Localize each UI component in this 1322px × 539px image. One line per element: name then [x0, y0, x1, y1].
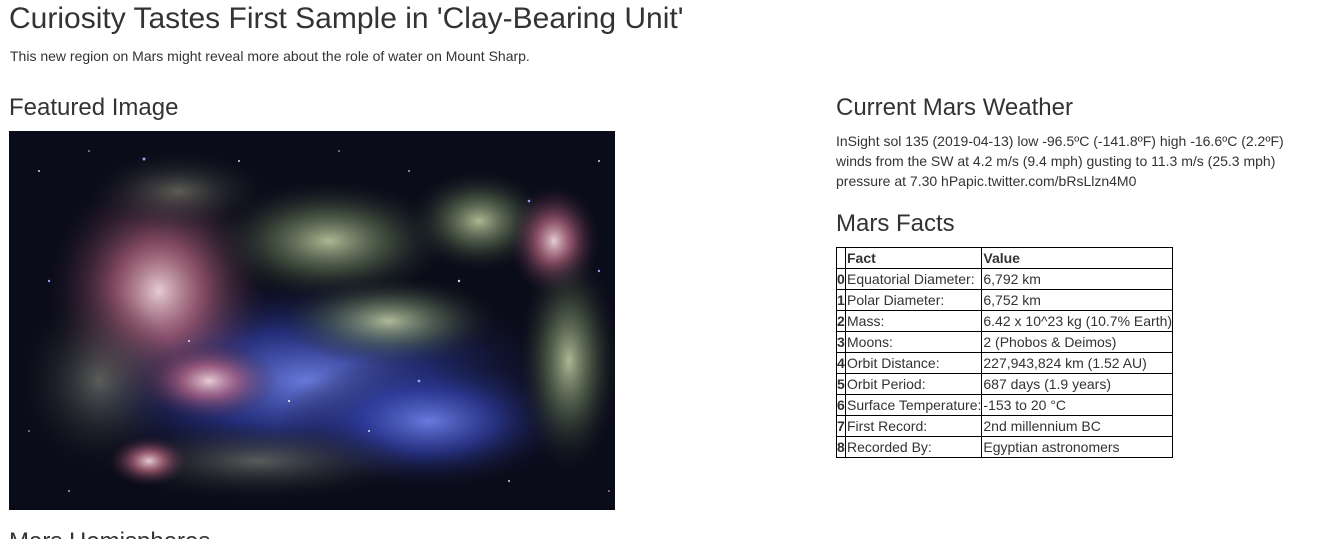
featured-image[interactable] [9, 131, 615, 510]
table-row: 0 Equatorial Diameter: 6,792 km [836, 268, 1174, 290]
row-index: 2 [836, 310, 846, 332]
galaxy-image-icon [9, 131, 615, 510]
news-title: Curiosity Tastes First Sample in 'Clay-B… [9, 2, 684, 35]
row-index: 5 [836, 373, 846, 395]
fact-column-header: Fact [844, 247, 983, 269]
fact-cell: Polar Diameter: [844, 289, 983, 311]
value-cell: 227,943,824 km (1.52 AU) [981, 352, 1174, 374]
mars-page: Curiosity Tastes First Sample in 'Clay-B… [0, 0, 1322, 539]
fact-cell: Equatorial Diameter: [844, 268, 983, 290]
row-index: 4 [836, 352, 846, 374]
index-column-header [836, 247, 846, 269]
table-header-row: Fact Value [836, 247, 1174, 269]
fact-cell: Orbit Distance: [844, 352, 983, 374]
table-row: 6 Surface Temperature: -153 to 20 °C [836, 394, 1174, 416]
facts-heading: Mars Facts [836, 210, 955, 237]
fact-cell: Orbit Period: [844, 373, 983, 395]
fact-cell: Surface Temperature: [844, 394, 983, 416]
row-index: 0 [836, 268, 846, 290]
value-cell: 2nd millennium BC [981, 415, 1174, 437]
facts-table: Fact Value 0 Equatorial Diameter: 6,792 … [836, 247, 1174, 458]
table-row: 8 Recorded By: Egyptian astronomers [836, 436, 1174, 458]
table-row: 5 Orbit Period: 687 days (1.9 years) [836, 373, 1174, 395]
table-row: 1 Polar Diameter: 6,752 km [836, 289, 1174, 311]
table-row: 7 First Record: 2nd millennium BC [836, 415, 1174, 437]
value-cell: -153 to 20 °C [981, 394, 1174, 416]
value-column-header: Value [981, 247, 1174, 269]
row-index: 8 [836, 436, 846, 458]
row-index: 1 [836, 289, 846, 311]
value-cell: Egyptian astronomers [981, 436, 1174, 458]
table-row: 4 Orbit Distance: 227,943,824 km (1.52 A… [836, 352, 1174, 374]
row-index: 6 [836, 394, 846, 416]
fact-cell: Moons: [844, 331, 983, 353]
value-cell: 6.42 x 10^23 kg (10.7% Earth) [981, 310, 1174, 332]
featured-image-heading: Featured Image [9, 94, 179, 121]
table-row: 3 Moons: 2 (Phobos & Deimos) [836, 331, 1174, 353]
value-cell: 6,792 km [981, 268, 1174, 290]
table-row: 2 Mass: 6.42 x 10^23 kg (10.7% Earth) [836, 310, 1174, 332]
hemispheres-heading: Mars Hemispheres [9, 528, 210, 539]
fact-cell: Mass: [844, 310, 983, 332]
value-cell: 687 days (1.9 years) [981, 373, 1174, 395]
weather-tweet: InSight sol 135 (2019-04-13) low -96.5ºC… [836, 133, 1284, 189]
fact-cell: Recorded By: [844, 436, 983, 458]
news-teaser: This new region on Mars might reveal mor… [10, 48, 530, 64]
row-index: 3 [836, 331, 846, 353]
fact-cell: First Record: [844, 415, 983, 437]
weather-heading: Current Mars Weather [836, 94, 1073, 121]
row-index: 7 [836, 415, 846, 437]
value-cell: 6,752 km [981, 289, 1174, 311]
value-cell: 2 (Phobos & Deimos) [981, 331, 1174, 353]
